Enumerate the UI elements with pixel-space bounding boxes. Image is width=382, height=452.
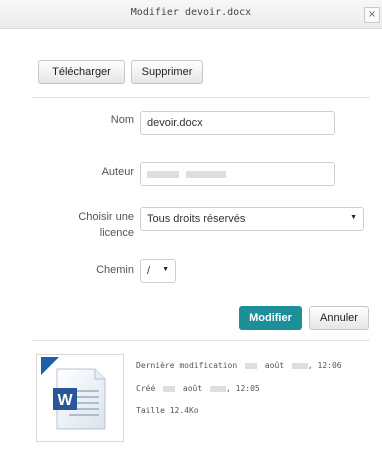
size-label: Taille	[136, 406, 165, 415]
modified-month: août	[264, 361, 285, 370]
author-label: Auteur	[101, 166, 134, 178]
license-select[interactable]: Tous droits réservés ▼	[140, 207, 364, 231]
redacted-text	[186, 170, 227, 178]
license-label-line2: licence	[99, 227, 134, 239]
download-button[interactable]: Télécharger	[38, 60, 125, 84]
file-thumbnail: W	[36, 354, 124, 442]
caret-down-icon: ▼	[162, 266, 169, 273]
modified-time: , 12:06	[307, 361, 342, 370]
word-document-icon: W	[41, 357, 106, 430]
divider	[32, 97, 370, 98]
delete-button[interactable]: Supprimer	[131, 60, 203, 84]
license-label-line1: Choisir une	[78, 211, 134, 223]
redacted-text	[210, 385, 227, 392]
created-time: , 12:05	[226, 384, 260, 393]
created-month: août	[182, 384, 203, 393]
author-input[interactable]	[140, 162, 335, 186]
license-label: Choisir une licence	[78, 209, 134, 241]
name-label: Nom	[110, 114, 134, 126]
divider	[32, 340, 370, 341]
license-select-value: Tous droits réservés	[147, 213, 246, 225]
path-label: Chemin	[96, 264, 134, 276]
name-input[interactable]: devoir.docx	[140, 111, 335, 135]
redacted-text	[163, 385, 176, 392]
modified-label: Dernière modification	[136, 361, 238, 370]
created-info: Créé août , 12:05	[136, 384, 260, 393]
update-button[interactable]: Modifier	[239, 306, 302, 330]
svg-text:W: W	[57, 392, 73, 409]
dialog-header: Modifier devoir.docx ×	[0, 0, 382, 29]
modified-info: Dernière modification août , 12:06	[136, 361, 342, 370]
caret-down-icon: ▼	[350, 214, 357, 221]
size-info: Taille 12.4Ko	[136, 406, 199, 415]
path-select-value: /	[147, 265, 151, 277]
redacted-text	[244, 362, 257, 369]
path-select[interactable]: / ▼	[140, 259, 176, 283]
size-value: 12.4Ko	[169, 406, 199, 415]
redacted-text	[147, 170, 179, 178]
cancel-button[interactable]: Annuler	[309, 306, 369, 330]
file-edit-dialog: Modifier devoir.docx × Télécharger Suppr…	[0, 0, 382, 452]
redacted-text	[291, 362, 308, 369]
dialog-title: Modifier devoir.docx	[130, 7, 252, 18]
close-button[interactable]: ×	[364, 7, 380, 23]
created-label: Créé	[136, 384, 156, 393]
